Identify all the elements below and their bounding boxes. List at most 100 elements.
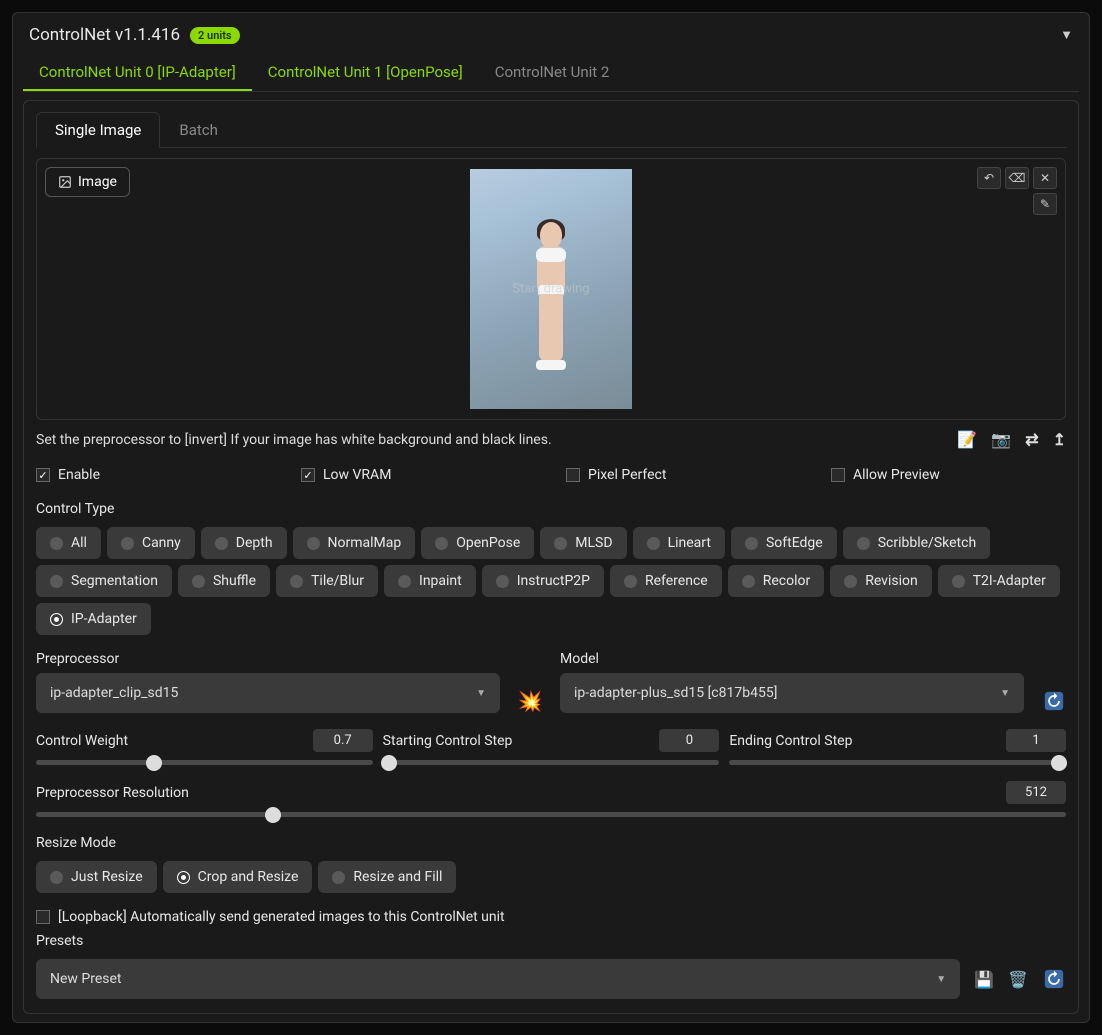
preprocessor-select[interactable]: ip-adapter_clip_sd15 ▼ (36, 673, 500, 713)
control-weight-slider[interactable] (36, 760, 373, 765)
control-weight-value[interactable]: 0.7 (313, 729, 373, 752)
tab-unit-1[interactable]: ControlNet Unit 1 [OpenPose] (252, 55, 479, 91)
controltype-scribble-sketch[interactable]: Scribble/Sketch (843, 527, 990, 559)
save-preset-icon[interactable]: 💾 (974, 970, 994, 989)
controltype-ip-adapter[interactable]: IP-Adapter (36, 603, 151, 635)
controltype-t2i-adapter[interactable]: T2I-Adapter (938, 565, 1060, 597)
radio-label: OpenPose (456, 535, 520, 551)
end-step-value[interactable]: 1 (1006, 729, 1066, 752)
radio-icon (398, 575, 411, 588)
delete-preset-icon[interactable]: 🗑️ (1008, 970, 1028, 989)
run-preprocessor-icon[interactable]: 💥 (518, 689, 542, 713)
controltype-depth[interactable]: Depth (201, 527, 287, 559)
checkbox-enable[interactable] (36, 468, 50, 482)
presets-select[interactable]: New Preset ▼ (36, 959, 960, 999)
controltype-openpose[interactable]: OpenPose (421, 527, 534, 559)
controltype-segmentation[interactable]: Segmentation (36, 565, 172, 597)
loopback-label: [Loopback] Automatically send generated … (58, 909, 505, 925)
radio-label: Just Resize (71, 869, 143, 885)
tab-batch[interactable]: Batch (160, 112, 237, 148)
controltype-recolor[interactable]: Recolor (728, 565, 825, 597)
radio-label: Recolor (763, 573, 811, 589)
collapse-icon[interactable]: ▼ (1060, 27, 1073, 43)
resizemode-crop-and-resize[interactable]: Crop and Resize (163, 861, 313, 893)
image-preview: Start drawing (470, 169, 632, 409)
controltype-mlsd[interactable]: MLSD (540, 527, 626, 559)
radio-icon (50, 575, 63, 588)
chevron-down-icon: ▼ (476, 688, 486, 699)
radio-icon (952, 575, 965, 588)
tab-unit-0[interactable]: ControlNet Unit 0 [IP-Adapter] (23, 55, 252, 91)
presets-label: Presets (36, 933, 1066, 949)
loopback-checkbox[interactable] (36, 910, 50, 924)
refresh-presets-icon[interactable] (1042, 967, 1066, 991)
radio-label: Crop and Resize (198, 869, 299, 885)
undo-icon[interactable]: ↶ (977, 167, 1001, 189)
checkbox-label: Pixel Perfect (588, 467, 666, 483)
new-canvas-icon[interactable]: 📝 (957, 430, 977, 449)
radio-label: Segmentation (71, 573, 158, 589)
start-step-slider[interactable] (383, 760, 720, 765)
controltype-tile-blur[interactable]: Tile/Blur (276, 565, 378, 597)
radio-icon (307, 537, 320, 550)
close-icon[interactable]: ✕ (1033, 167, 1057, 189)
start-step-value[interactable]: 0 (659, 729, 719, 752)
panel-title: ControlNet v1.1.416 (29, 25, 180, 45)
checkbox-allow-preview[interactable] (831, 468, 845, 482)
radio-label: IP-Adapter (71, 611, 137, 627)
control-weight-label: Control Weight (36, 733, 128, 749)
presets-value: New Preset (50, 971, 122, 987)
radio-icon (192, 575, 205, 588)
resolution-value[interactable]: 512 (1006, 781, 1066, 804)
checkbox-pixel-perfect[interactable] (566, 468, 580, 482)
checkbox-label: Enable (58, 467, 100, 483)
swap-dimensions-icon[interactable]: ⇄ (1025, 430, 1038, 449)
resize-mode-label: Resize Mode (36, 835, 1066, 851)
radio-icon (290, 575, 303, 588)
radio-label: Inpaint (419, 573, 462, 589)
radio-label: Shuffle (213, 573, 256, 589)
refresh-models-icon[interactable] (1042, 689, 1066, 713)
resizemode-resize-and-fill[interactable]: Resize and Fill (318, 861, 456, 893)
controltype-revision[interactable]: Revision (830, 565, 932, 597)
image-drop-area[interactable]: Image Start drawing ↶ ⌫ ✕ ✎ (36, 158, 1066, 420)
radio-icon (50, 613, 63, 626)
controltype-all[interactable]: All (36, 527, 101, 559)
camera-icon[interactable]: 📷 (991, 430, 1011, 449)
controltype-softedge[interactable]: SoftEdge (731, 527, 837, 559)
radio-label: InstructP2P (517, 573, 590, 589)
controltype-lineart[interactable]: Lineart (633, 527, 725, 559)
tab-single-image[interactable]: Single Image (36, 112, 160, 148)
controltype-reference[interactable]: Reference (610, 565, 722, 597)
unit-tabs: ControlNet Unit 0 [IP-Adapter] ControlNe… (23, 55, 1079, 92)
image-button-label: Image (78, 174, 117, 190)
radio-icon (332, 871, 345, 884)
radio-label: T2I-Adapter (973, 573, 1046, 589)
resizemode-just-resize[interactable]: Just Resize (36, 861, 157, 893)
radio-icon (435, 537, 448, 550)
radio-label: MLSD (575, 535, 612, 551)
resolution-slider[interactable] (36, 812, 1066, 817)
controltype-normalmap[interactable]: NormalMap (293, 527, 416, 559)
model-select[interactable]: ip-adapter-plus_sd15 [c817b455] ▼ (560, 673, 1024, 713)
model-value: ip-adapter-plus_sd15 [c817b455] (574, 685, 777, 701)
erase-icon[interactable]: ⌫ (1005, 167, 1029, 189)
controltype-shuffle[interactable]: Shuffle (178, 565, 270, 597)
radio-label: Reference (645, 573, 708, 589)
send-up-icon[interactable]: ↥ (1053, 430, 1066, 449)
controltype-canny[interactable]: Canny (107, 527, 195, 559)
pen-icon[interactable]: ✎ (1033, 193, 1057, 215)
controltype-instructp2p[interactable]: InstructP2P (482, 565, 604, 597)
image-icon (58, 175, 72, 189)
end-step-slider[interactable] (729, 760, 1066, 765)
radio-icon (50, 871, 63, 884)
checkbox-low-vram[interactable] (301, 468, 315, 482)
resolution-label: Preprocessor Resolution (36, 785, 189, 801)
radio-icon (624, 575, 637, 588)
radio-icon (844, 575, 857, 588)
controltype-inpaint[interactable]: Inpaint (384, 565, 476, 597)
radio-label: NormalMap (328, 535, 402, 551)
radio-label: Tile/Blur (311, 573, 364, 589)
tab-unit-2[interactable]: ControlNet Unit 2 (479, 55, 626, 91)
image-upload-button[interactable]: Image (45, 167, 130, 197)
